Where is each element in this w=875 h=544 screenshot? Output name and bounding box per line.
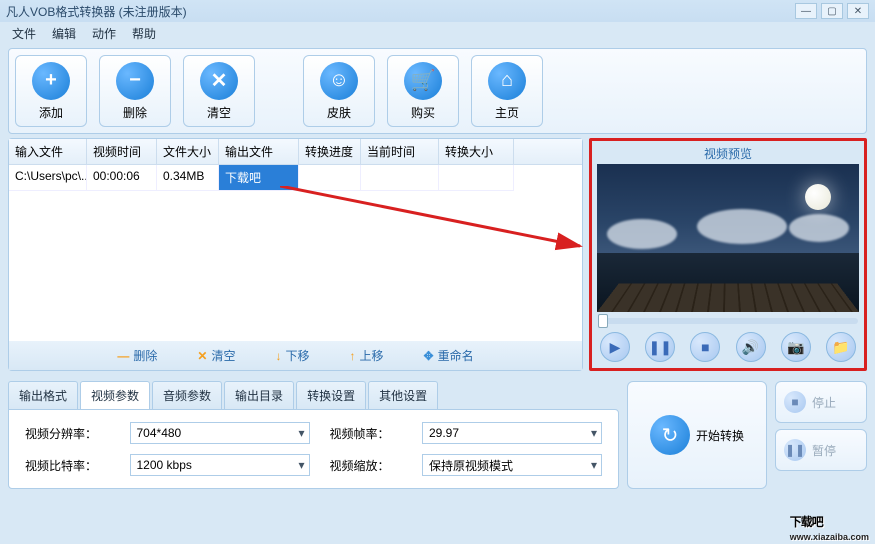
arrow-up-icon: ↑ [350,349,356,363]
play-button[interactable]: ▶ [600,332,630,362]
smile-icon: ☺ [320,62,358,100]
slider-thumb[interactable] [598,314,608,328]
pause-convert-button[interactable]: ❚❚暂停 [775,429,867,471]
tab-audio-params[interactable]: 音频参数 [152,381,222,409]
x-icon: ✕ [197,349,207,363]
stop-button[interactable]: ■ [690,332,720,362]
start-convert-button[interactable]: ↻ 开始转换 [627,381,767,489]
table-row[interactable]: C:\Users\pc\.. 00:00:06 0.34MB 下载吧 [9,165,582,191]
th-curtime[interactable]: 当前时间 [361,139,439,164]
home-icon: ⌂ [488,62,526,100]
stop-icon: ■ [784,391,806,413]
menu-file[interactable]: 文件 [6,23,42,44]
table-body[interactable]: C:\Users\pc\.. 00:00:06 0.34MB 下载吧 [9,165,582,341]
move-icon: ✥ [424,349,434,363]
pause-button[interactable]: ❚❚ [645,332,675,362]
snapshot-button[interactable]: 📷 [781,332,811,362]
add-button[interactable]: +添加 [15,55,87,127]
moon-icon [805,184,831,210]
settings-panel: 输出格式 视频参数 音频参数 输出目录 转换设置 其他设置 视频分辨率： 704… [8,381,619,489]
scale-combo[interactable]: 保持原视频模式 [422,454,602,476]
minus-icon: − [116,62,154,100]
la-rename[interactable]: ✥重命名 [424,347,474,364]
skin-button[interactable]: ☺皮肤 [303,55,375,127]
tab-convert-settings[interactable]: 转换设置 [296,381,366,409]
watermark: 下载吧 www.xiazaiba.com [790,506,869,542]
menubar: 文件 编辑 动作 帮助 [0,22,875,44]
maximize-button[interactable]: ▢ [821,3,843,19]
tab-output-format[interactable]: 输出格式 [8,381,78,409]
la-delete[interactable]: —删除 [117,347,157,364]
th-output[interactable]: 输出文件 [219,139,299,164]
titlebar: 凡人VOB格式转换器 (未注册版本) — ▢ ✕ [0,0,875,22]
tab-output-dir[interactable]: 输出目录 [224,381,294,409]
home-button[interactable]: ⌂主页 [471,55,543,127]
preview-image [597,164,859,312]
delete-button[interactable]: −删除 [99,55,171,127]
la-down[interactable]: ↓下移 [275,347,309,364]
th-fsize[interactable]: 文件大小 [157,139,219,164]
la-clear[interactable]: ✕清空 [197,347,235,364]
resolution-label: 视频分辨率： [25,425,110,442]
fps-label: 视频帧率： [330,425,403,442]
arrow-down-icon: ↓ [275,349,281,363]
clear-button[interactable]: ✕清空 [183,55,255,127]
plus-icon: + [32,62,70,100]
th-progress[interactable]: 转换进度 [299,139,361,164]
list-actions: —删除 ✕清空 ↓下移 ↑上移 ✥重命名 [9,341,582,370]
scale-label: 视频缩放： [330,457,403,474]
buy-button[interactable]: 🛒购买 [387,55,459,127]
la-up[interactable]: ↑上移 [350,347,384,364]
menu-help[interactable]: 帮助 [126,23,162,44]
menu-action[interactable]: 动作 [86,23,122,44]
th-csize[interactable]: 转换大小 [439,139,514,164]
bitrate-label: 视频比特率： [25,457,110,474]
menu-edit[interactable]: 编辑 [46,23,82,44]
th-vtime[interactable]: 视频时间 [87,139,157,164]
open-button[interactable]: 📁 [826,332,856,362]
resolution-combo[interactable]: 704*480 [130,422,310,444]
minimize-button[interactable]: — [795,3,817,19]
preview-panel: 视频预览 ▶ ❚❚ ■ 🔊 📷 📁 [589,138,867,371]
minus-icon: — [117,349,129,363]
stop-convert-button[interactable]: ■停止 [775,381,867,423]
fps-combo[interactable]: 29.97 [422,422,602,444]
tab-other-settings[interactable]: 其他设置 [368,381,438,409]
file-list-panel: 输入文件 视频时间 文件大小 输出文件 转换进度 当前时间 转换大小 C:\Us… [8,138,583,371]
close-button[interactable]: ✕ [847,3,869,19]
convert-icon: ↻ [650,415,690,455]
tabs: 输出格式 视频参数 音频参数 输出目录 转换设置 其他设置 [8,381,619,409]
toolbar: +添加 −删除 ✕清空 ☺皮肤 🛒购买 ⌂主页 [8,48,867,134]
th-input[interactable]: 输入文件 [9,139,87,164]
seek-slider[interactable] [598,318,858,324]
table-header: 输入文件 视频时间 文件大小 输出文件 转换进度 当前时间 转换大小 [9,139,582,165]
tab-video-params[interactable]: 视频参数 [80,381,150,409]
volume-button[interactable]: 🔊 [736,332,766,362]
cart-icon: 🛒 [404,62,442,100]
pause-icon: ❚❚ [784,439,806,461]
x-icon: ✕ [200,62,238,100]
window-title: 凡人VOB格式转换器 (未注册版本) [6,3,187,20]
preview-title: 视频预览 [596,145,860,162]
bitrate-combo[interactable]: 1200 kbps [130,454,310,476]
